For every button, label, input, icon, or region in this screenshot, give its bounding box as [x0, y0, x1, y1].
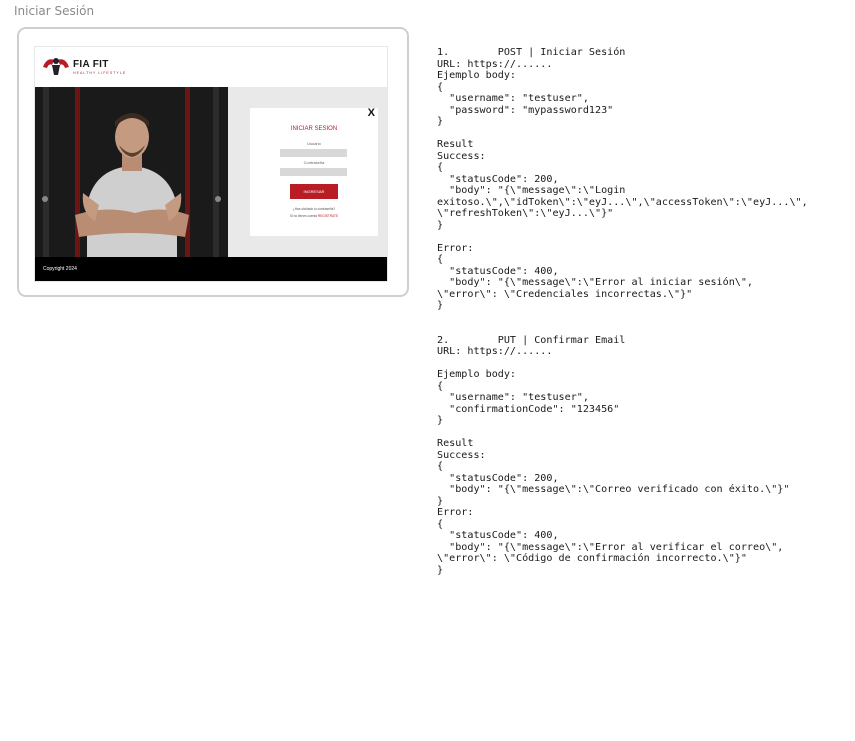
doc-line: 2. PUT | Confirmar Email — [437, 334, 626, 346]
fiafit-logo-icon — [43, 58, 69, 75]
frame-title: Iniciar Sesión — [14, 4, 95, 18]
doc-line: "statusCode": 200, — [437, 472, 559, 484]
doc-line: exitoso.\",\"idToken\":\"eyJ...\",\"acce… — [437, 196, 808, 208]
signup-link[interactable]: REGISTRATE — [318, 214, 338, 218]
doc-line: "body": "{\"message\":\"Error al verific… — [437, 541, 784, 553]
login-card: X INICIAR SESION Usuario Contraseña INGR… — [250, 107, 378, 236]
close-button[interactable]: X — [368, 107, 375, 119]
logo-text: FIA FIT — [73, 59, 109, 70]
api-documentation: 1. POST | Iniciar Sesión URL: https://...… — [437, 47, 852, 576]
doc-line: "body": "{\"message\":\"Login — [437, 185, 626, 196]
forgot-password-link[interactable]: ¿Has olvidado tu contraseña? — [250, 207, 378, 211]
doc-line: } — [437, 300, 444, 311]
doc-line: Error: — [437, 507, 474, 518]
site-header: FIA FIT HEALTHY LIFESTYLE — [35, 47, 387, 87]
doc-line: \"error\": \"Código de confirmación inco… — [437, 553, 747, 564]
doc-line: URL: https://...... — [437, 58, 553, 70]
doc-line: "statusCode": 400, — [437, 530, 559, 541]
doc-line: } — [437, 219, 444, 231]
doc-line: \"error\": \"Credenciales incorrectas.\"… — [437, 288, 693, 300]
logo-subtext: HEALTHY LIFESTYLE — [73, 71, 127, 75]
doc-line: Success: — [437, 449, 486, 461]
doc-line: { — [437, 162, 444, 173]
site-footer: Copyright 2024 — [35, 257, 387, 281]
doc-line: "username": "testuser", — [437, 392, 589, 403]
doc-line: "confirmationCode": "123456" — [437, 403, 620, 415]
doc-line: { — [437, 518, 444, 530]
doc-line — [437, 128, 852, 140]
doc-line: } — [437, 415, 444, 426]
doc-line: "password": "mypassword123" — [437, 104, 614, 116]
signup-prefix: Si no tienes cuenta — [289, 214, 318, 218]
doc-line — [437, 323, 852, 335]
doc-line: { — [437, 461, 444, 472]
doc-line: \"refreshToken\":\"eyJ...\"}" — [437, 208, 614, 219]
doc-line — [437, 358, 852, 370]
copyright-text: Copyright 2024 — [43, 266, 77, 272]
doc-line: Ejemplo body: — [437, 369, 517, 380]
doc-line: } — [437, 564, 444, 576]
doc-line: { — [437, 81, 444, 93]
username-input[interactable] — [280, 149, 347, 157]
doc-line: "statusCode": 200, — [437, 173, 559, 185]
username-label: Usuario — [307, 141, 321, 146]
login-title: INICIAR SESION — [290, 126, 338, 132]
doc-line: URL: https://...... — [437, 346, 553, 357]
doc-line: 1. POST | Iniciar Sesión — [437, 47, 626, 58]
doc-line: { — [437, 380, 444, 392]
login-page-mockup: FIA FIT HEALTHY LIFESTYLE X INICIAR SESI… — [34, 46, 388, 282]
doc-line: "body": "{\"message\":\"Error al iniciar… — [437, 277, 754, 288]
doc-line: "username": "testuser", — [437, 93, 589, 104]
athlete-photo — [35, 87, 228, 257]
doc-line: Result — [437, 139, 474, 150]
doc-line: } — [437, 495, 444, 507]
doc-line — [437, 312, 852, 324]
doc-line — [437, 231, 852, 243]
doc-line: "body": "{\"message\":\"Correo verificad… — [437, 484, 790, 495]
signup-prompt: Si no tienes cuenta REGISTRATE — [250, 214, 378, 218]
doc-line: Error: — [437, 242, 474, 254]
doc-line: Success: — [437, 150, 486, 162]
mockup-frame: FIA FIT HEALTHY LIFESTYLE X INICIAR SESI… — [17, 27, 409, 297]
doc-line — [437, 427, 852, 439]
password-label: Contraseña — [303, 160, 325, 165]
doc-line: } — [437, 116, 444, 127]
doc-line: "statusCode": 400, — [437, 265, 559, 277]
doc-line: Ejemplo body: — [437, 70, 517, 81]
password-input[interactable] — [280, 168, 347, 176]
hero-section: X INICIAR SESION Usuario Contraseña INGR… — [35, 87, 387, 257]
doc-line: { — [437, 254, 444, 265]
doc-line: Result — [437, 438, 474, 449]
submit-button[interactable]: INGRESAR — [290, 184, 338, 199]
